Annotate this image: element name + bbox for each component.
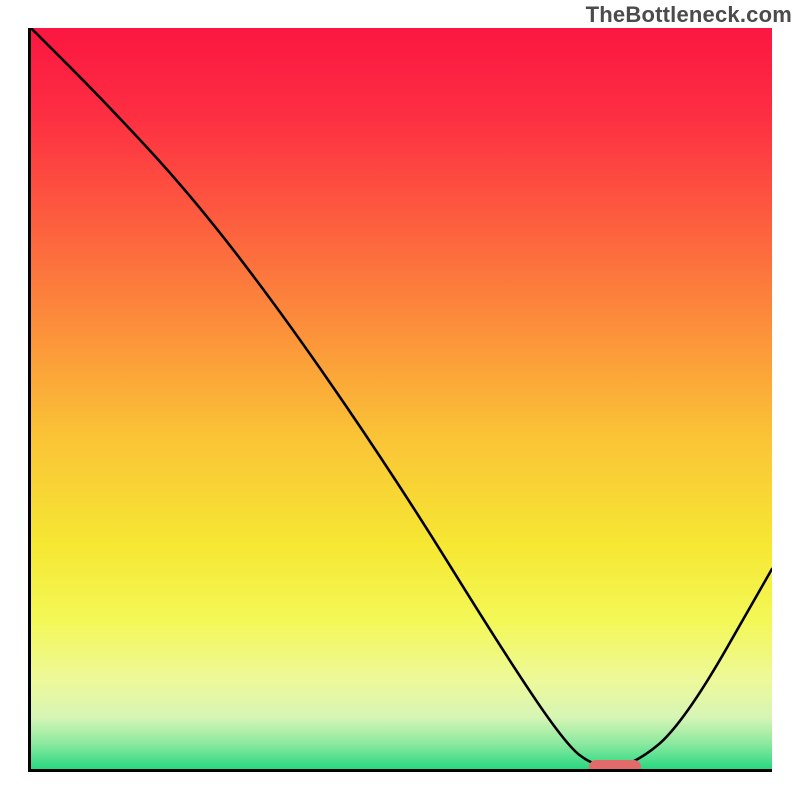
bottleneck-curve (31, 28, 772, 769)
chart-root: TheBottleneck.com (0, 0, 800, 800)
optimal-range-marker (589, 760, 641, 772)
watermark-text: TheBottleneck.com (586, 2, 792, 28)
plot-area (28, 28, 772, 772)
